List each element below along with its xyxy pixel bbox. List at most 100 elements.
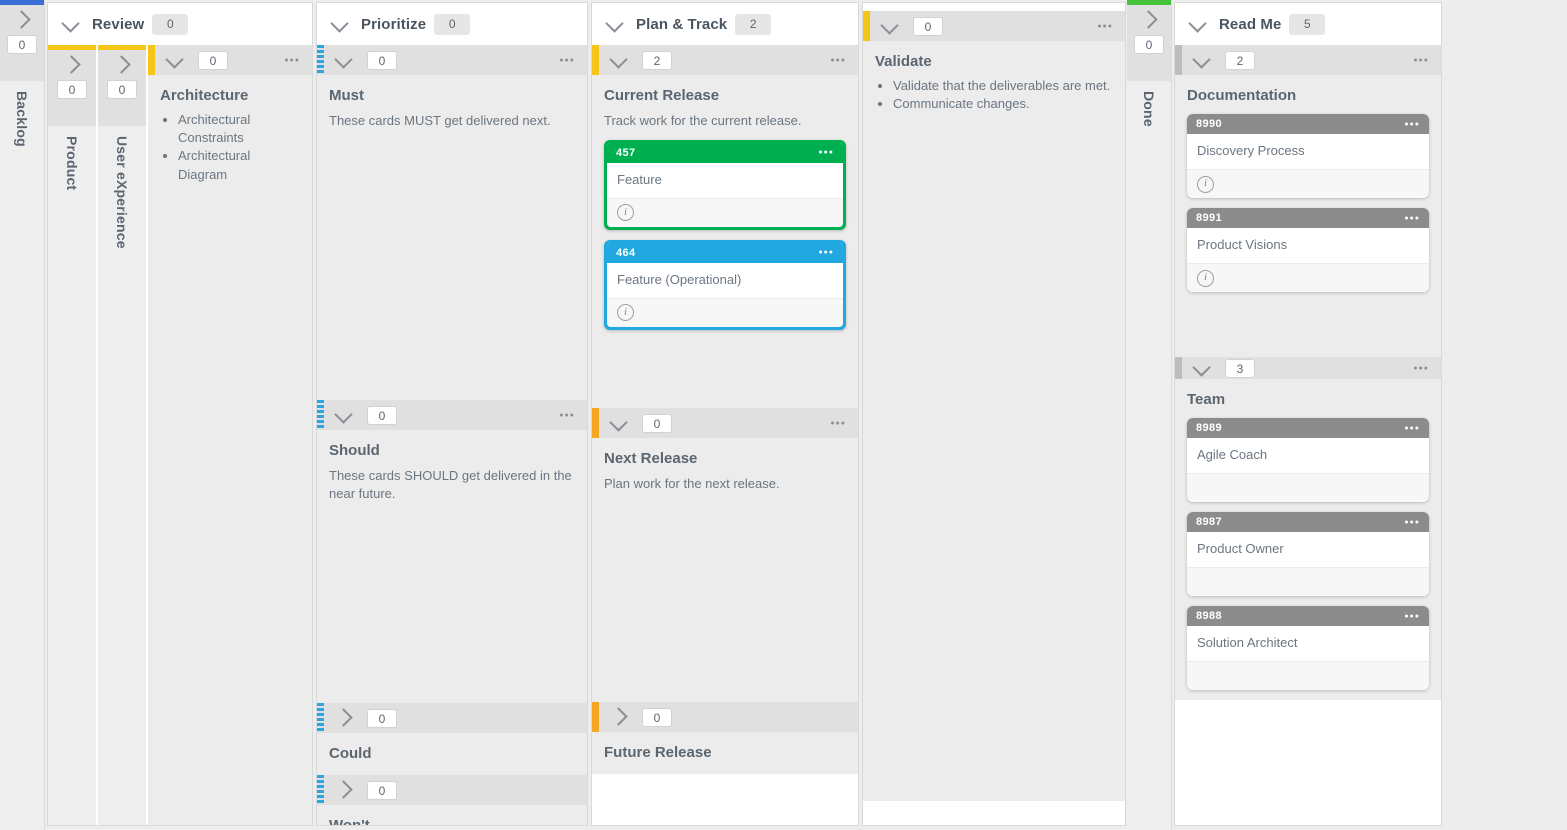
subcolumn-count: 0 bbox=[57, 80, 87, 99]
card-menu-icon[interactable]: ●●● bbox=[1404, 121, 1420, 128]
card[interactable]: 8991 ●●● Product Visions i bbox=[1187, 208, 1429, 292]
card[interactable]: 8990 ●●● Discovery Process i bbox=[1187, 114, 1429, 198]
swimlane-menu-icon[interactable]: ●●● bbox=[830, 420, 846, 427]
card-menu-icon[interactable]: ●●● bbox=[1404, 519, 1420, 526]
card-header: 457 ●●● bbox=[607, 142, 843, 163]
card-header: 8987 ●●● bbox=[1187, 512, 1429, 532]
column-review: Review 0 0 Product 0 User eXperience 0 ●●● Archi… bbox=[47, 2, 313, 826]
card-menu-icon[interactable]: ●●● bbox=[1404, 215, 1420, 222]
collapsed-lane-backlog[interactable]: 0 Backlog bbox=[0, 0, 45, 830]
swimlane-collapse-down-icon[interactable] bbox=[877, 15, 903, 37]
card-header: 8989 ●●● bbox=[1187, 418, 1429, 438]
subcolumn-header[interactable]: 0 bbox=[48, 50, 96, 126]
swimlane: 0 ●●● Architecture Architectural Constraint… bbox=[148, 45, 312, 825]
collapsed-lane-done[interactable]: 0 Done bbox=[1127, 0, 1172, 830]
expand-right-icon[interactable] bbox=[109, 54, 135, 76]
swimlane-bullet-item: Validate that the deliverables are met. bbox=[893, 77, 1113, 95]
swimlane-header[interactable]: 0 ●●● bbox=[317, 45, 587, 75]
swimlane-title: Next Release bbox=[604, 450, 698, 467]
column-count: 5 bbox=[1289, 13, 1326, 35]
swimlane-collapse-right-icon[interactable] bbox=[606, 706, 632, 728]
swimlane-collapse-down-icon[interactable] bbox=[331, 404, 357, 426]
swimlane-body: Won't bbox=[317, 805, 587, 825]
swimlane-menu-icon[interactable]: ●●● bbox=[1097, 23, 1113, 30]
info-icon[interactable]: i bbox=[617, 304, 634, 322]
swimlane-header[interactable]: 0 ●●● bbox=[317, 400, 587, 430]
card[interactable]: 464 ●●● Feature (Operational) i bbox=[604, 239, 846, 330]
card[interactable]: 457 ●●● Feature i bbox=[604, 139, 846, 230]
column-body: 2 ●●● Documentation 8990 ●●● Discovery Proces… bbox=[1175, 45, 1441, 825]
swimlane-header[interactable]: 2 ●●● bbox=[592, 45, 858, 75]
swimlane-collapse-down-icon[interactable] bbox=[1189, 49, 1215, 71]
swimlane-header[interactable]: 2 ●●● bbox=[1175, 45, 1441, 75]
expand-right-icon[interactable] bbox=[1136, 9, 1162, 31]
swimlane-header[interactable]: 0 bbox=[317, 703, 587, 733]
swimlane-count: 0 bbox=[642, 707, 672, 727]
card-title: Product Visions bbox=[1187, 228, 1429, 263]
expand-right-icon[interactable] bbox=[9, 9, 35, 31]
column-header: Read Me 5 bbox=[1175, 3, 1441, 45]
column-read-me: Read Me 5 2 ●●● Documentation 8990 ●●● Discover… bbox=[1174, 2, 1442, 826]
swimlane-collapse-right-icon[interactable] bbox=[331, 707, 357, 729]
swimlane-collapse-down-icon[interactable] bbox=[606, 412, 632, 434]
subcolumn-title: User eXperience bbox=[114, 136, 130, 249]
column-collapse-down-icon[interactable] bbox=[1185, 13, 1211, 35]
swimlane-color-bar bbox=[1175, 357, 1182, 379]
card[interactable]: 8989 ●●● Agile Coach bbox=[1187, 418, 1429, 502]
swimlane-body: Future Release bbox=[592, 732, 858, 774]
swimlane-menu-icon[interactable]: ●●● bbox=[1413, 365, 1429, 372]
card[interactable]: 8988 ●●● Solution Architect bbox=[1187, 606, 1429, 690]
swimlane-header[interactable]: 0 ●●● bbox=[863, 11, 1125, 41]
swimlane-body: Next Release Plan work for the next relea… bbox=[592, 438, 858, 702]
column-header-spacer bbox=[863, 3, 1125, 11]
column-collapse-down-icon[interactable] bbox=[58, 13, 84, 35]
swimlane-body: Documentation 8990 ●●● Discovery Process i 89… bbox=[1175, 75, 1441, 357]
swimlane-header[interactable]: 0 bbox=[317, 775, 587, 805]
swimlane-menu-icon[interactable]: ●●● bbox=[559, 57, 575, 64]
card-header: 464 ●●● bbox=[607, 242, 843, 263]
swimlane-header[interactable]: 0 ●●● bbox=[592, 408, 858, 438]
swimlane-header[interactable]: 0 bbox=[592, 702, 858, 732]
swimlane: 0 ●●● Should These cards SHOULD get deliver… bbox=[317, 400, 587, 703]
subcolumn-header[interactable]: 0 bbox=[98, 50, 146, 126]
column-collapse-down-icon[interactable] bbox=[327, 13, 353, 35]
swimlane: 0 ●●● Must These cards MUST get delivered n… bbox=[317, 45, 587, 400]
card-menu-icon[interactable]: ●●● bbox=[818, 249, 834, 256]
swimlane-collapse-down-icon[interactable] bbox=[331, 49, 357, 71]
column-collapse-down-icon[interactable] bbox=[602, 13, 628, 35]
swimlane-collapse-right-icon[interactable] bbox=[331, 779, 357, 801]
card-footer bbox=[1187, 473, 1429, 502]
expand-right-icon[interactable] bbox=[59, 54, 85, 76]
swimlane-title: Architecture bbox=[160, 87, 249, 104]
info-icon[interactable]: i bbox=[617, 204, 634, 222]
subcolumn-user-experience[interactable]: 0 User eXperience bbox=[98, 45, 146, 825]
swimlane-header[interactable]: 3 ●●● bbox=[1175, 357, 1441, 379]
collapsed-lane-header[interactable]: 0 bbox=[1127, 5, 1171, 81]
card-title: Product Owner bbox=[1187, 532, 1429, 567]
swimlane-menu-icon[interactable]: ●●● bbox=[559, 412, 575, 419]
card-title: Agile Coach bbox=[1187, 438, 1429, 473]
swimlane-title: Should bbox=[329, 442, 380, 459]
swimlane-menu-icon[interactable]: ●●● bbox=[284, 57, 300, 64]
swimlane-body: Should These cards SHOULD get delivered i… bbox=[317, 430, 587, 703]
card-menu-icon[interactable]: ●●● bbox=[818, 149, 834, 156]
collapsed-lane-body: Done bbox=[1127, 81, 1171, 830]
swimlane-header[interactable]: 0 ●●● bbox=[148, 45, 312, 75]
info-icon[interactable]: i bbox=[1197, 175, 1214, 193]
swimlane-menu-icon[interactable]: ●●● bbox=[830, 57, 846, 64]
swimlane-collapse-down-icon[interactable] bbox=[1189, 357, 1215, 379]
card-inner: 464 ●●● Feature (Operational) i bbox=[607, 242, 843, 327]
card-header: 8988 ●●● bbox=[1187, 606, 1429, 626]
collapsed-lane-header[interactable]: 0 bbox=[0, 5, 44, 81]
swimlane: 0 Future Release bbox=[592, 702, 858, 774]
info-icon[interactable]: i bbox=[1197, 269, 1214, 287]
swimlane-collapse-down-icon[interactable] bbox=[606, 49, 632, 71]
card-menu-icon[interactable]: ●●● bbox=[1404, 425, 1420, 432]
card[interactable]: 8987 ●●● Product Owner bbox=[1187, 512, 1429, 596]
subcolumn-product[interactable]: 0 Product bbox=[48, 45, 96, 825]
swimlane-menu-icon[interactable]: ●●● bbox=[1413, 57, 1429, 64]
swimlane-body: Current Release Track work for the curren… bbox=[592, 75, 858, 408]
swimlane-count: 0 bbox=[367, 50, 397, 70]
card-menu-icon[interactable]: ●●● bbox=[1404, 613, 1420, 620]
swimlane-collapse-down-icon[interactable] bbox=[162, 49, 188, 71]
